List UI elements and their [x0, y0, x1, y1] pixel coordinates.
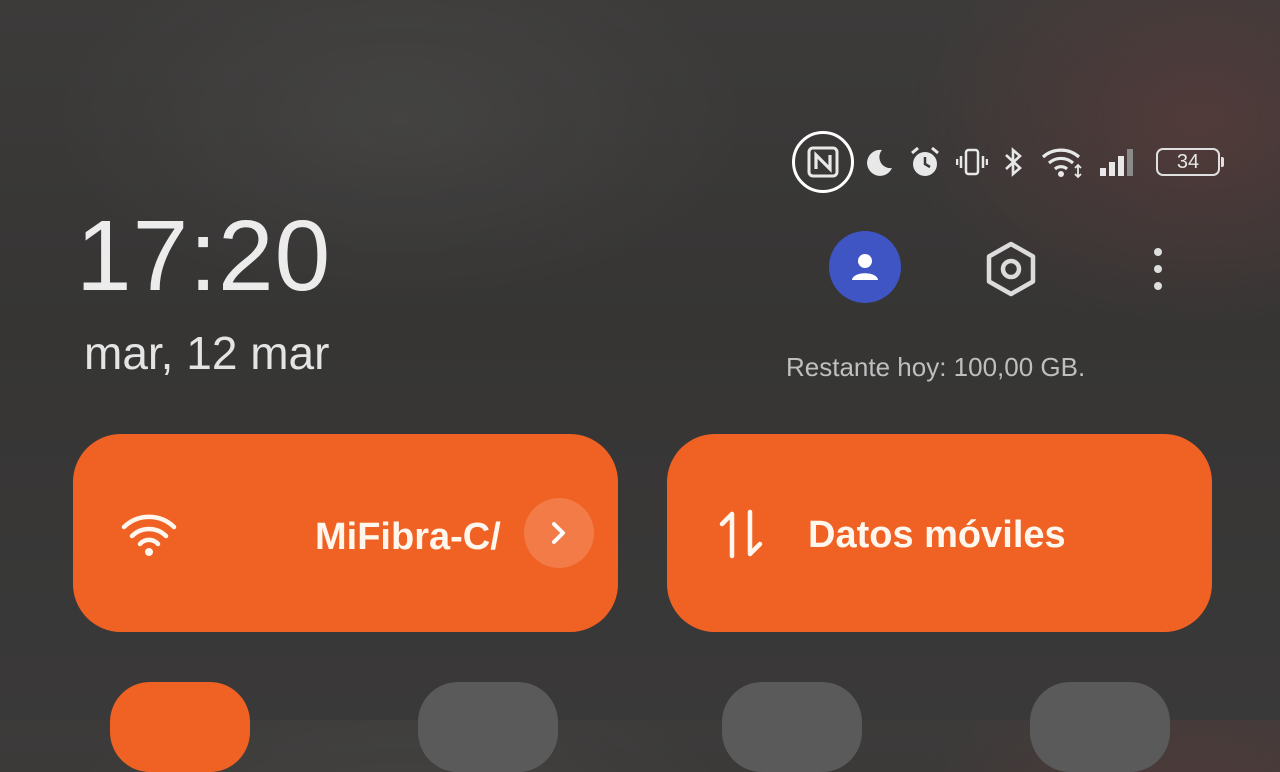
vibrate-icon [956, 142, 988, 182]
person-icon [852, 254, 878, 280]
quick-toggle-1[interactable] [110, 682, 250, 772]
data-arrows-icon [717, 508, 765, 560]
date: mar, 12 mar [84, 327, 330, 379]
quick-toggle-3[interactable] [722, 682, 862, 772]
nfc-icon [807, 146, 839, 178]
account-button[interactable] [829, 231, 901, 303]
settings-button[interactable] [980, 238, 1042, 300]
bluetooth-icon [1002, 142, 1026, 182]
wifi-icon [119, 510, 179, 558]
moon-icon [864, 142, 894, 182]
alarm-icon [908, 142, 942, 182]
mobile-data-tile[interactable]: Datos móviles [667, 434, 1212, 632]
quick-toggle-4[interactable] [1030, 682, 1170, 772]
wifi-tile[interactable]: MiFibra-C/ [73, 434, 618, 632]
status-bar: 34 [792, 131, 1224, 193]
more-vertical-icon-dot [1154, 265, 1162, 273]
more-vertical-icon-dot [1154, 248, 1162, 256]
settings-icon [986, 241, 1036, 297]
nfc-highlight [792, 131, 854, 193]
wifi-icon [1040, 142, 1084, 182]
data-remaining-text: Restante hoy: 100,00 GB. [786, 352, 1086, 382]
chevron-right-icon [552, 522, 565, 544]
battery-level: 34 [1176, 150, 1200, 173]
mobile-data-label: Datos móviles [808, 514, 1066, 556]
signal-icon [1098, 142, 1138, 182]
clock: 17:20 [76, 200, 332, 312]
more-vertical-icon-dot [1154, 282, 1162, 290]
battery-indicator: 34 [1156, 148, 1224, 176]
wifi-details-button[interactable] [524, 498, 594, 568]
wifi-network-name: MiFibra-C/ [315, 518, 501, 556]
more-options-button[interactable] [1138, 238, 1178, 300]
quick-toggle-2[interactable] [418, 682, 558, 772]
